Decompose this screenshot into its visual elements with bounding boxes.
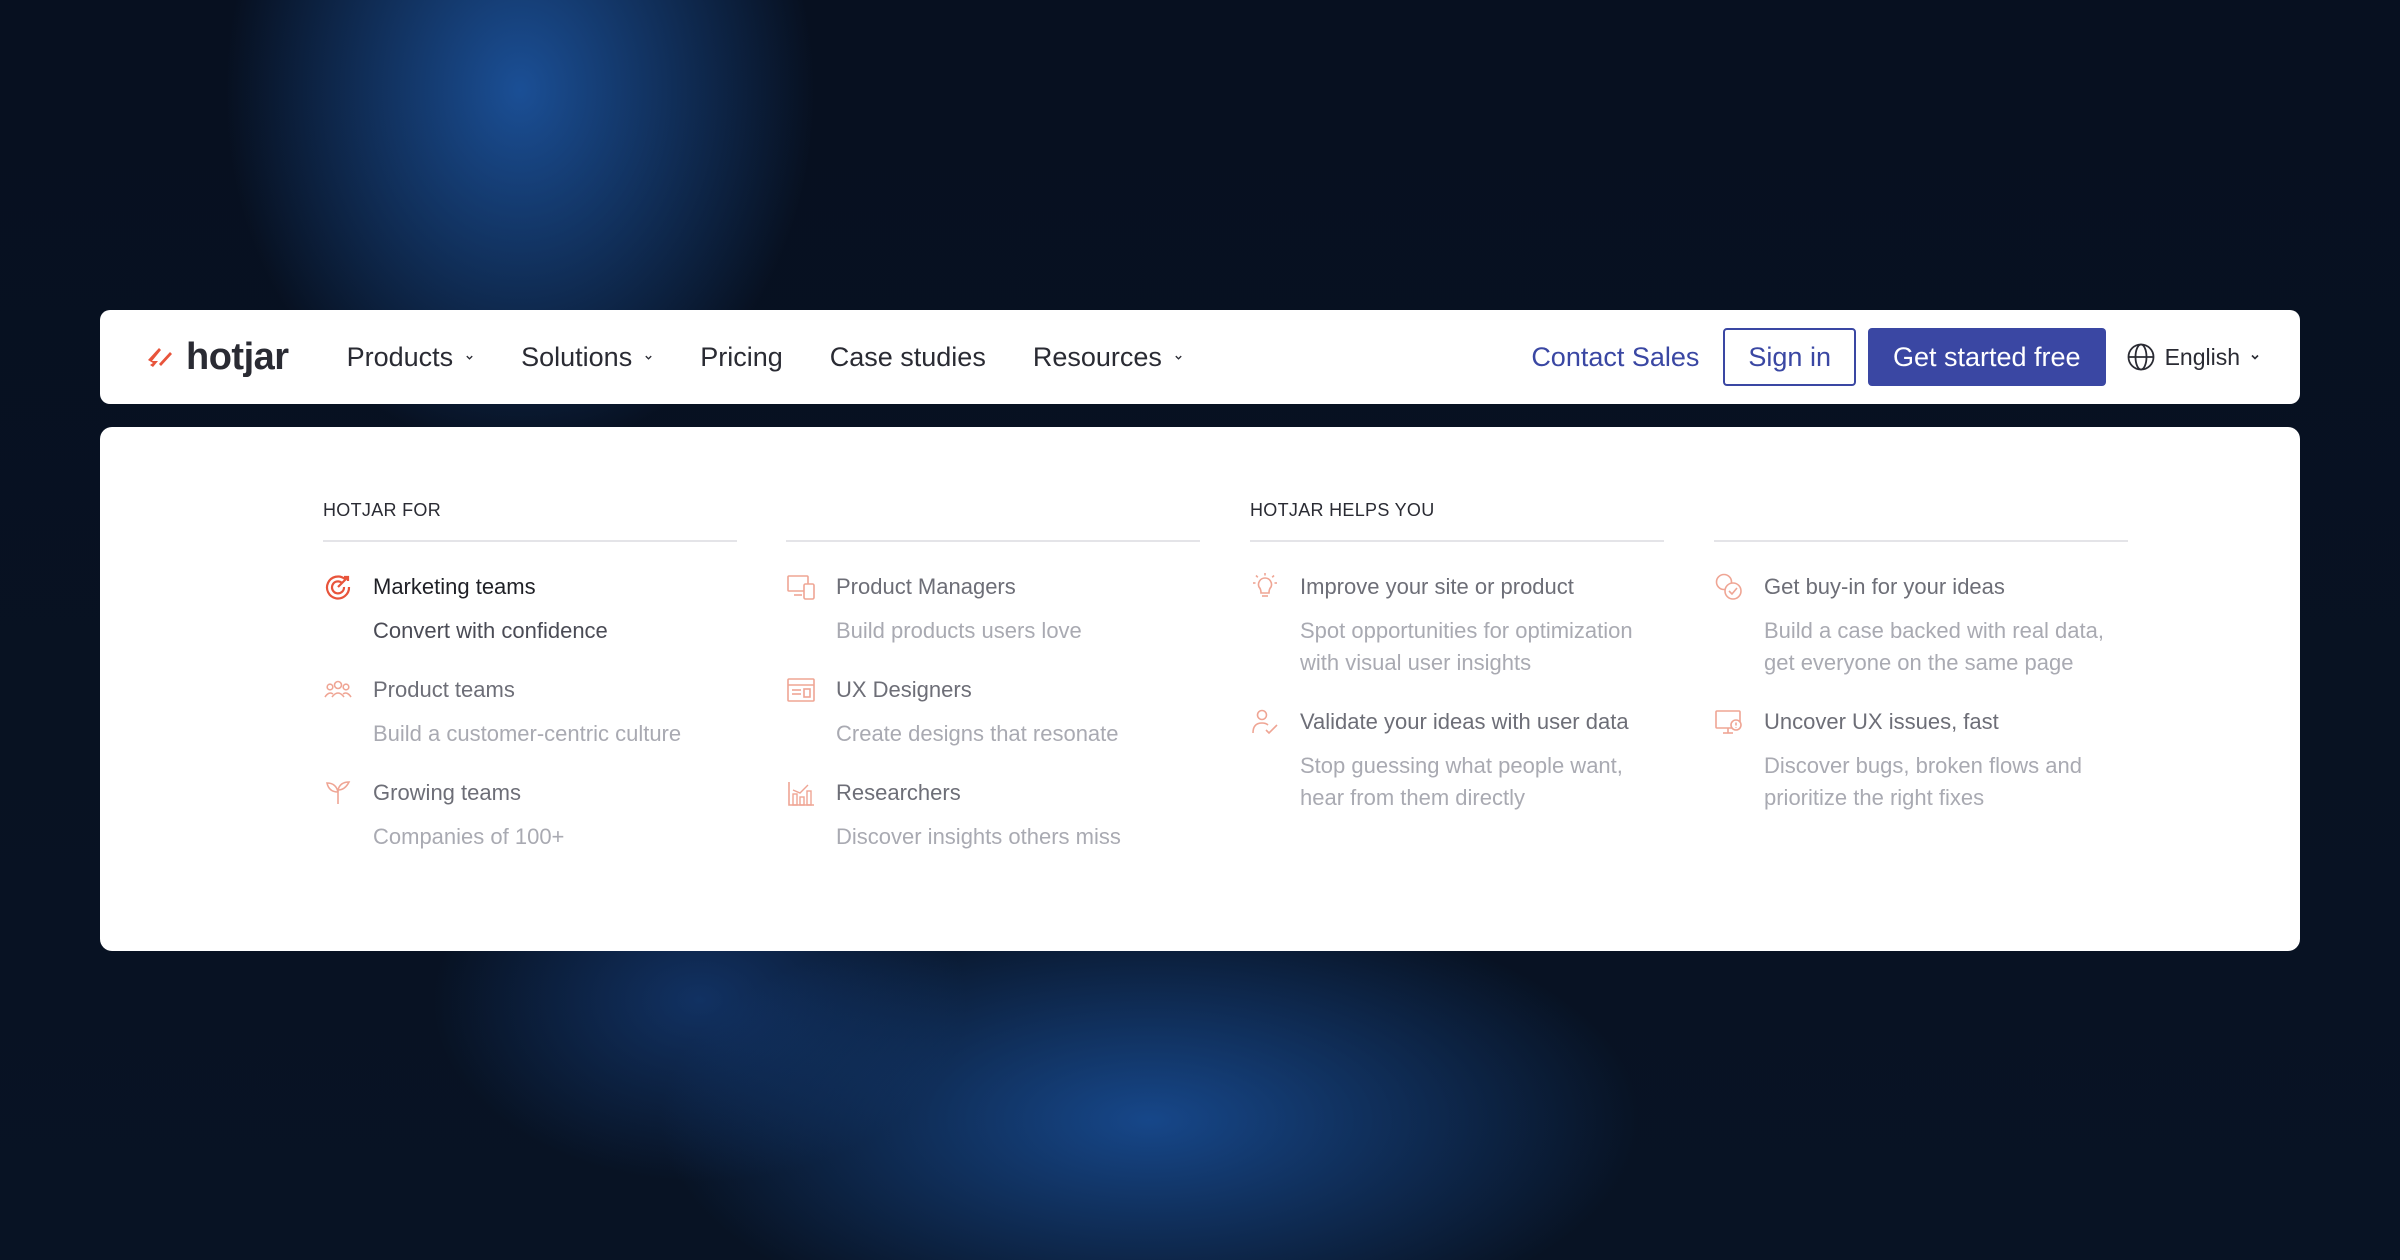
nav-solutions-label: Solutions [521,341,633,372]
layout-icon [787,678,815,702]
menu-item-title: Product teams [373,677,515,702]
menu-column-roles: Product Managers Build products users lo… [786,427,1200,849]
nav-resources[interactable]: Resources [1033,342,1183,373]
nav-actions: Contact Sales Sign in Get started free E… [1531,328,2260,386]
solutions-mega-menu: HOTJAR FOR Marketing teams Convert with … [100,427,2300,951]
menu-item-title: Validate your ideas with user data [1300,709,1629,734]
nav-resources-label: Resources [1032,341,1162,372]
chevron-down-icon [2251,354,2259,360]
section-heading-label: HOTJAR HELPS YOU [1250,500,1435,520]
logo-text: hotjar [186,335,289,378]
nav-products[interactable]: Products [347,342,475,373]
menu-item-title: Researchers [836,780,961,805]
chevron-down-icon [466,355,473,360]
menu-item-desc: Convert with confidence [373,618,608,643]
menu-item-desc: Discover insights others miss [836,824,1121,849]
target-icon [325,575,351,600]
nav-pricing[interactable]: Pricing [700,342,783,373]
section-heading-hotjar-for: HOTJAR FOR [323,427,737,542]
menu-item-desc: Build a customer-centric culture [373,721,682,746]
people-icon [324,680,352,698]
check-badge-icon [1715,573,1742,600]
menu-item-title: Improve your site or product [1300,574,1574,599]
menu-item-title: Growing teams [373,780,521,805]
chevron-down-icon [645,355,652,360]
hotjar-logo-icon [148,348,172,367]
contact-sales-link[interactable]: Contact Sales [1531,342,1699,373]
nav-pricing-label: Pricing [700,341,783,372]
language-selector[interactable]: English [2126,342,2260,372]
section-divider [1714,427,2128,542]
sign-in-button[interactable]: Sign in [1723,328,1856,386]
menu-item-desc: Build products users love [836,618,1082,643]
hotjar-logo[interactable]: hotjar [144,336,289,379]
section-divider [786,427,1200,542]
top-navbar: hotjar Products Solutions Pricing Case s… [100,310,2300,404]
globe-icon [2127,343,2154,371]
sprout-icon [326,781,351,804]
menu-column-helps-right: Get buy-in for your ideas Build a case b… [1714,427,2128,810]
menu-column-helps-left: HOTJAR HELPS YOU Improve your site or pr… [1250,427,1664,810]
nav-products-label: Products [346,341,454,372]
menu-item-desc: Build a case backed with real data, get … [1764,618,2104,675]
section-heading-hotjar-helps-you: HOTJAR HELPS YOU [1250,427,1664,542]
monitor-bug-icon [1715,710,1742,734]
menu-item-title: Get buy-in for your ideas [1764,574,2005,599]
menu-item-desc: Companies of 100+ [373,824,565,849]
menu-item-title: Uncover UX issues, fast [1764,709,1999,734]
menu-item-desc: Discover bugs, broken flows and prioriti… [1764,753,2082,810]
section-heading-label: HOTJAR FOR [323,500,441,520]
menu-item-title: UX Designers [836,677,972,702]
menu-column-teams: HOTJAR FOR Marketing teams Convert with … [323,427,737,849]
get-started-button[interactable]: Get started free [1867,328,2106,386]
devices-icon [787,575,815,600]
bar-chart-icon [788,782,814,806]
menu-item-desc: Create designs that resonate [836,721,1119,746]
nav-case-studies[interactable]: Case studies [830,342,986,373]
user-check-icon [1252,709,1278,735]
menu-item-desc: Spot opportunities for optimization with… [1300,618,1633,675]
nav-case-studies-label: Case studies [829,341,986,372]
language-label: English [2164,343,2240,370]
menu-item-title: Product Managers [836,574,1016,599]
chevron-down-icon [1175,355,1182,360]
menu-item-desc: Stop guessing what people want, hear fro… [1300,753,1623,810]
nav-solutions[interactable]: Solutions [521,342,653,373]
menu-item-title: Marketing teams [373,574,536,599]
lightbulb-icon [1253,573,1277,597]
